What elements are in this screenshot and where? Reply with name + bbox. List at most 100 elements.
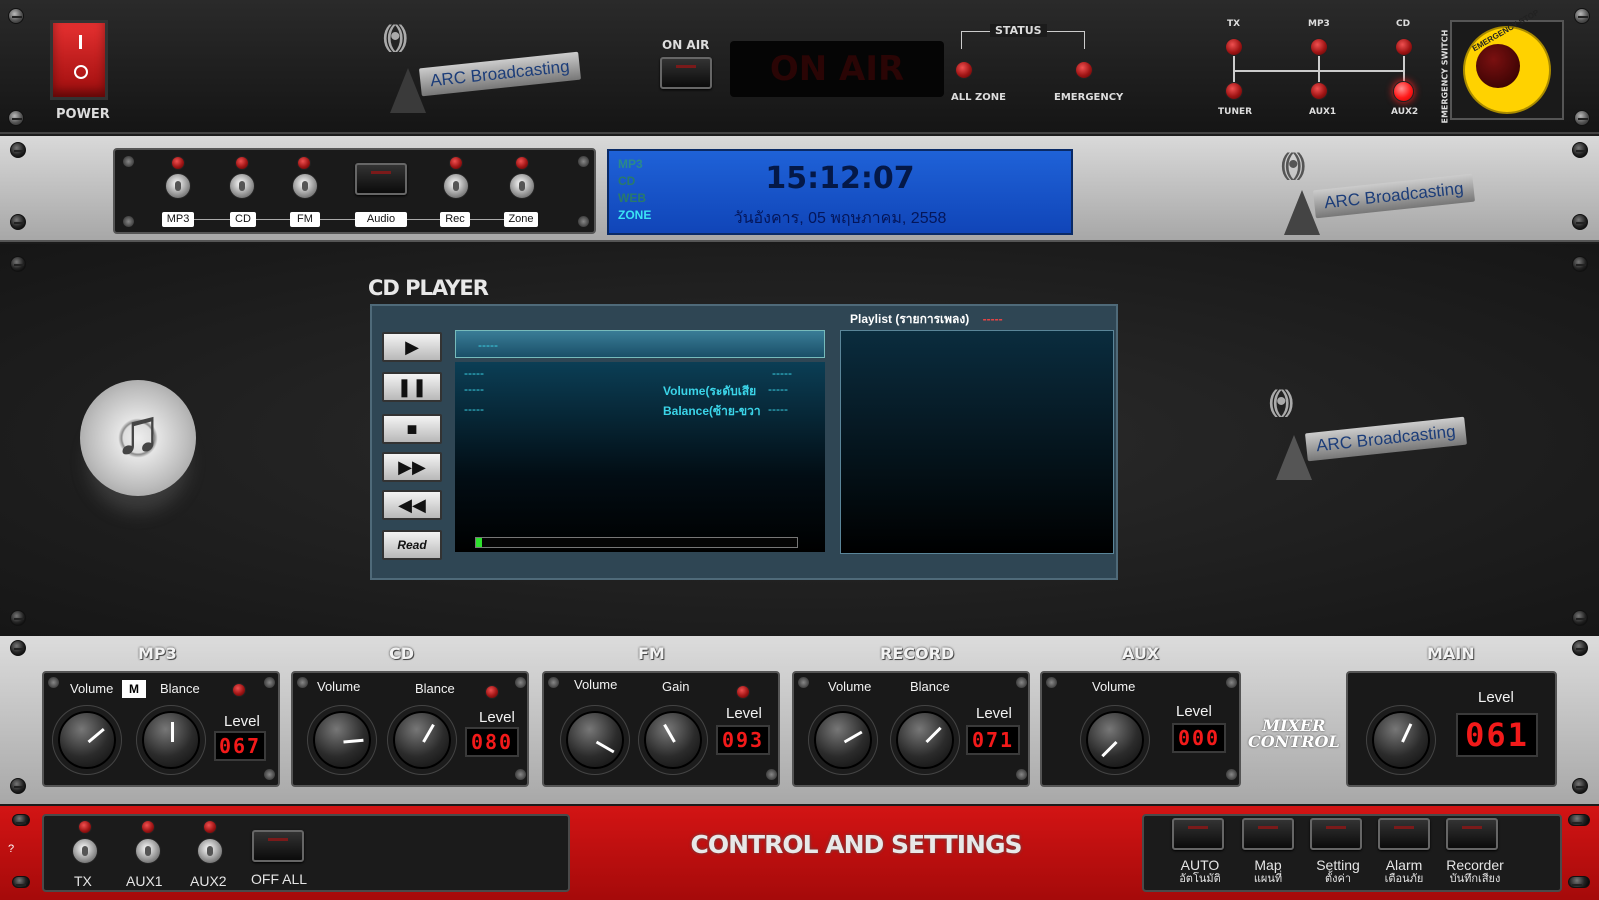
- previous-button[interactable]: ◀◀: [382, 490, 442, 520]
- balance-value: -----: [768, 402, 788, 416]
- switch-aux1-led[interactable]: [1310, 82, 1328, 100]
- mp3-volume-label: Volume: [70, 681, 114, 696]
- info-right: -----: [772, 366, 792, 380]
- recorder-label: Recorder บันทึกเสียง: [1446, 857, 1504, 885]
- cd-player-title: CD PLAYER: [368, 276, 489, 300]
- screw-icon: [1572, 610, 1588, 626]
- screw-icon: [515, 769, 526, 780]
- screw-icon: [123, 216, 134, 227]
- aux1-output-toggle[interactable]: [135, 838, 161, 864]
- fm-channel-title: FM: [638, 644, 665, 663]
- main-level-label: Level: [1478, 689, 1514, 706]
- on-air-display: ON AIR: [730, 41, 944, 97]
- next-button[interactable]: ▶▶: [382, 452, 442, 482]
- source-rec-toggle[interactable]: [443, 173, 469, 199]
- info-left: -----: [464, 366, 484, 380]
- switch-mp3-led[interactable]: [1310, 38, 1328, 56]
- brand-logo: ((•)) ARC Broadcasting: [382, 20, 582, 115]
- info-left: -----: [464, 402, 484, 416]
- clock-time: 15:12:07: [765, 161, 915, 196]
- power-label: POWER: [56, 107, 110, 122]
- mp3-channel: Volume M Blance Level 067: [42, 671, 280, 787]
- setting-button[interactable]: [1310, 818, 1362, 850]
- all-zone-led[interactable]: [955, 61, 973, 79]
- switch-bus-line: [1403, 56, 1405, 84]
- status-label: STATUS: [990, 24, 1047, 37]
- aux2-output-label: AUX2: [190, 873, 227, 889]
- screw-icon: [10, 778, 26, 794]
- main-level-display: 061: [1456, 713, 1538, 757]
- mp3-balance-knob[interactable]: [142, 711, 200, 769]
- mp3-channel-title: MP3: [138, 644, 177, 663]
- aux2-output-toggle[interactable]: [197, 838, 223, 864]
- record-balance-knob[interactable]: [896, 711, 954, 769]
- switch-tuner-led[interactable]: [1225, 82, 1243, 100]
- track-title: -----: [478, 338, 498, 352]
- mp3-volume-knob[interactable]: [58, 711, 116, 769]
- source-mp3-toggle[interactable]: [165, 173, 191, 199]
- map-button[interactable]: [1242, 818, 1294, 850]
- tx-output-toggle[interactable]: [72, 838, 98, 864]
- auto-button[interactable]: [1172, 818, 1224, 850]
- emergency-stop[interactable]: EMERGENCY STOP: [1450, 8, 1564, 120]
- source-rec-label: Rec: [440, 212, 470, 227]
- emergency-led[interactable]: [1075, 61, 1093, 79]
- help-icon[interactable]: ?: [8, 843, 14, 855]
- switch-tuner-label: TUNER: [1218, 107, 1253, 117]
- stop-button[interactable]: ■: [382, 414, 442, 444]
- fm-volume-knob[interactable]: [566, 711, 624, 769]
- mp3-mute-button[interactable]: M: [122, 680, 146, 698]
- source-fm-label: FM: [290, 212, 320, 227]
- aux-channel-title: AUX: [1122, 644, 1160, 663]
- mp3-level-label: Level: [224, 713, 260, 730]
- switch-aux2-led[interactable]: [1393, 81, 1414, 102]
- switch-cd-led[interactable]: [1395, 38, 1413, 56]
- screw-icon: [1568, 814, 1590, 826]
- recorder-button[interactable]: [1446, 818, 1498, 850]
- source-cd-toggle[interactable]: [229, 173, 255, 199]
- on-air-label: ON AIR: [662, 38, 710, 52]
- aux2-output-led: [203, 820, 217, 834]
- screw-icon: [1574, 110, 1590, 126]
- power-switch[interactable]: [50, 20, 108, 100]
- on-air-button[interactable]: [660, 57, 712, 89]
- screw-icon: [1226, 677, 1237, 688]
- switch-tx-label: TX: [1227, 19, 1241, 29]
- switch-tx-led[interactable]: [1225, 38, 1243, 56]
- record-level-label: Level: [976, 705, 1012, 722]
- record-volume-knob[interactable]: [814, 711, 872, 769]
- pause-button[interactable]: ❚❚: [382, 372, 442, 402]
- screw-icon: [578, 156, 589, 167]
- mp3-channel-led: [232, 683, 246, 697]
- mixer-control-label: MIXER CONTROL: [1248, 716, 1340, 751]
- fm-gain-knob[interactable]: [644, 711, 702, 769]
- source-rec-led: [449, 156, 463, 170]
- aux-volume-knob[interactable]: [1086, 711, 1144, 769]
- cd-balance-knob[interactable]: [393, 711, 451, 769]
- brand-logo: ((•)) ARC Broadcasting: [1268, 385, 1498, 485]
- switch-cd-label: CD: [1396, 19, 1411, 29]
- alarm-button[interactable]: [1378, 818, 1430, 850]
- off-all-button[interactable]: [252, 830, 304, 862]
- screw-icon: [1016, 769, 1027, 780]
- main-volume-knob[interactable]: [1372, 711, 1430, 769]
- switch-mp3-label: MP3: [1308, 19, 1330, 29]
- tx-output-label: TX: [74, 873, 92, 889]
- screw-icon: [264, 677, 275, 688]
- source-fm-led: [297, 156, 311, 170]
- main-channel: Level 061: [1346, 671, 1557, 787]
- source-fm-toggle[interactable]: [292, 173, 318, 199]
- progress-bar[interactable]: [475, 537, 798, 548]
- source-cd-led: [235, 156, 249, 170]
- screw-icon: [12, 814, 30, 826]
- read-button[interactable]: Read: [382, 530, 442, 560]
- play-button[interactable]: ▶: [382, 332, 442, 362]
- playlist[interactable]: [840, 330, 1114, 554]
- cd-volume-knob[interactable]: [313, 711, 371, 769]
- aux-level-label: Level: [1176, 703, 1212, 720]
- screw-icon: [1226, 769, 1237, 780]
- screw-icon: [1572, 778, 1588, 794]
- source-zone-toggle[interactable]: [509, 173, 535, 199]
- source-audio-button[interactable]: [355, 163, 407, 195]
- screw-icon: [8, 8, 24, 24]
